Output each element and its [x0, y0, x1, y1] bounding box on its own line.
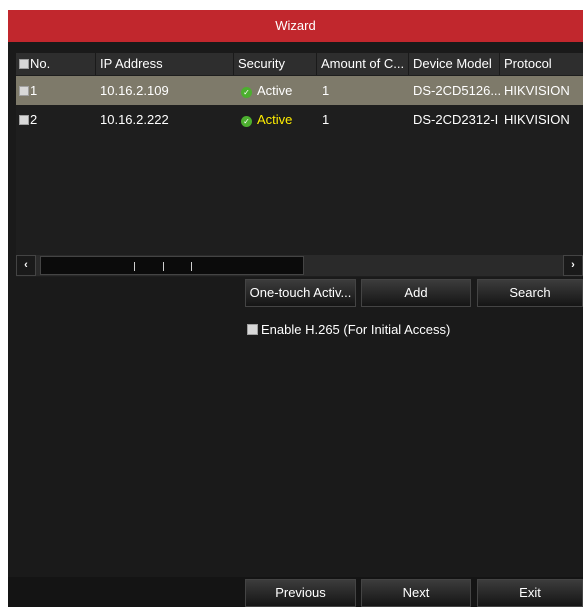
- one-touch-activate-button[interactable]: One-touch Activ...: [245, 279, 356, 307]
- enable-h265-option[interactable]: Enable H.265 (For Initial Access): [247, 322, 450, 338]
- scrollbar-grip: [134, 262, 135, 271]
- header-device-model[interactable]: Device Model: [410, 53, 500, 75]
- scrollbar-thumb[interactable]: [40, 256, 304, 275]
- row-ip-address: 10.16.2.109: [100, 83, 169, 98]
- scrollbar-grip: [163, 262, 164, 271]
- enable-h265-checkbox[interactable]: [247, 324, 258, 335]
- scrollbar-grip: [191, 262, 192, 271]
- add-button[interactable]: Add: [361, 279, 471, 307]
- header-no[interactable]: No.: [16, 53, 96, 75]
- header-amount-of-channels[interactable]: Amount of C...: [318, 53, 409, 75]
- footer-bar: Previous Next Exit: [8, 577, 583, 607]
- previous-button[interactable]: Previous: [245, 579, 356, 607]
- row-checkbox[interactable]: [19, 86, 29, 96]
- device-table: No. IP Address Security Amount of C... D…: [16, 53, 583, 277]
- header-security[interactable]: Security: [235, 53, 317, 75]
- row-ip-address: 10.16.2.222: [100, 112, 169, 127]
- header-ip-address[interactable]: IP Address: [97, 53, 234, 75]
- header-protocol[interactable]: Protocol: [501, 53, 583, 75]
- row-no: 2: [16, 105, 96, 134]
- select-all-checkbox[interactable]: [19, 59, 29, 69]
- table-row[interactable]: 2 10.16.2.222 ✓ Active 1 DS-2CD2312-I HIK…: [16, 105, 583, 134]
- row-security: ✓ Active: [235, 76, 317, 105]
- row-amount: 1: [322, 83, 330, 98]
- scroll-left-icon[interactable]: ‹: [16, 255, 36, 276]
- row-security: ✓ Active: [235, 105, 317, 134]
- enable-h265-label: Enable H.265 (For Initial Access): [261, 322, 451, 337]
- check-shield-icon: ✓: [241, 87, 252, 98]
- row-device-model: DS-2CD2312-I: [413, 112, 499, 127]
- exit-button[interactable]: Exit: [477, 579, 583, 607]
- table-header: No. IP Address Security Amount of C... D…: [16, 53, 583, 75]
- next-button[interactable]: Next: [361, 579, 471, 607]
- scroll-right-icon[interactable]: ›: [563, 255, 583, 276]
- search-button[interactable]: Search: [477, 279, 583, 307]
- row-protocol: HIKVISION: [504, 112, 570, 127]
- row-amount: 1: [322, 112, 330, 127]
- horizontal-scrollbar[interactable]: ‹ ›: [16, 255, 583, 276]
- check-shield-icon: ✓: [241, 116, 252, 127]
- row-no: 1: [16, 76, 96, 105]
- table-row[interactable]: 1 10.16.2.109 ✓ Active 1 DS-2CD5126... HI…: [16, 76, 583, 105]
- window-title: Wizard: [8, 10, 583, 42]
- row-protocol: HIKVISION: [504, 83, 570, 98]
- wizard-window: Wizard No. IP Address Security Amount of…: [8, 10, 583, 607]
- row-device-model: DS-2CD5126...: [413, 83, 500, 98]
- row-checkbox[interactable]: [19, 115, 29, 125]
